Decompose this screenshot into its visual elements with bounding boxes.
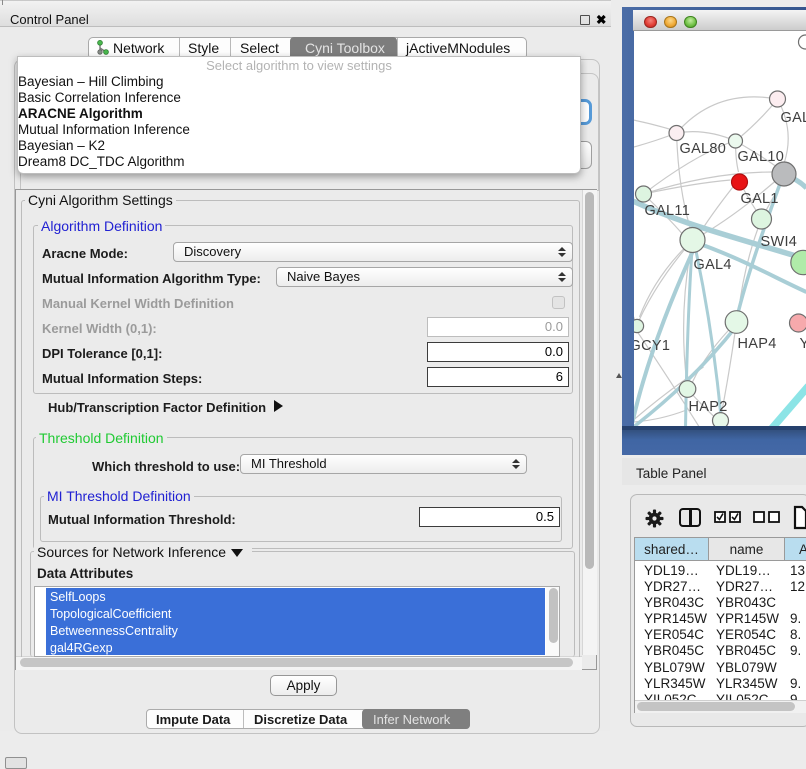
svg-text:SWI4: SWI4 bbox=[760, 234, 797, 250]
svg-text:GAL7: GAL7 bbox=[780, 110, 806, 126]
svg-text:GAL1: GAL1 bbox=[740, 191, 778, 207]
svg-text:GCY1: GCY1 bbox=[634, 338, 670, 354]
svg-text:GAL10: GAL10 bbox=[737, 149, 784, 165]
svg-text:Y: Y bbox=[799, 336, 806, 352]
svg-text:HAP2: HAP2 bbox=[688, 399, 727, 415]
svg-text:GAL4: GAL4 bbox=[693, 257, 731, 273]
svg-text:GAL80: GAL80 bbox=[679, 141, 726, 157]
svg-text:HAP4: HAP4 bbox=[737, 336, 776, 352]
svg-text:GAL11: GAL11 bbox=[644, 203, 690, 219]
